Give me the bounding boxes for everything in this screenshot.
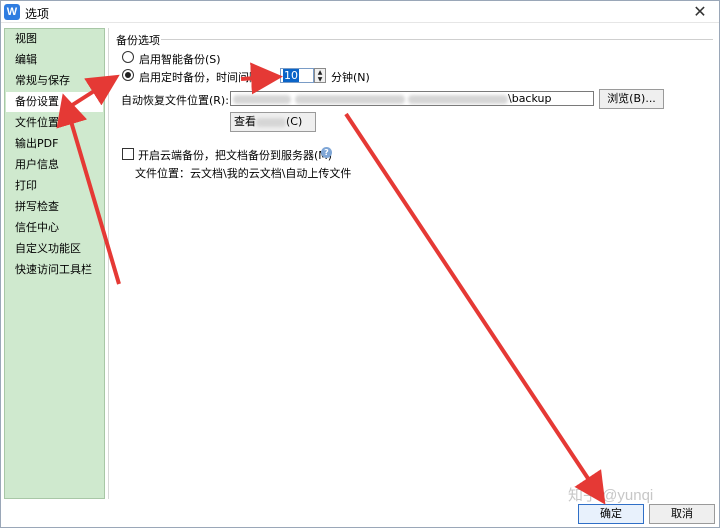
- close-button[interactable]: ✕: [691, 3, 709, 21]
- view-button-label: 查看: [234, 115, 256, 128]
- sidebar-item-backup[interactable]: 备份设置: [6, 92, 103, 112]
- interval-minutes-input[interactable]: 10: [280, 68, 314, 83]
- options-dialog: W 选项 ✕ 视图 编辑 常规与保存 备份设置 文件位置 输出PDF 用户信息 …: [0, 0, 720, 528]
- sidebar-item-user-info[interactable]: 用户信息: [6, 155, 103, 175]
- recovery-path-label: 自动恢复文件位置(R):: [121, 94, 229, 107]
- interval-unit-label: 分钟(N): [331, 71, 370, 84]
- browse-button[interactable]: 浏览(B)...: [599, 89, 664, 109]
- sidebar-item-spell-check[interactable]: 拼写检查: [6, 197, 103, 217]
- help-icon[interactable]: ?: [321, 147, 332, 158]
- smart-backup-radio[interactable]: [122, 51, 134, 63]
- sidebar-item-view[interactable]: 视图: [6, 29, 103, 49]
- sidebar-item-export-pdf[interactable]: 输出PDF: [6, 134, 103, 154]
- window-title: 选项: [25, 7, 50, 21]
- redacted-path-segment: [294, 94, 405, 104]
- sidebar-item-file-location[interactable]: 文件位置: [6, 113, 103, 133]
- group-divider: [161, 39, 713, 40]
- redacted-button-text: [256, 117, 286, 127]
- sidebar-item-edit[interactable]: 编辑: [6, 50, 103, 70]
- timed-backup-label[interactable]: 启用定时备份，时间间隔(I):: [139, 69, 276, 85]
- redacted-path-segment: [233, 94, 291, 104]
- cloud-backup-label[interactable]: 开启云端备份，把文档备份到服务器(M): [138, 147, 332, 163]
- sidebar-item-quick-access-toolbar[interactable]: 快速访问工具栏: [6, 260, 103, 280]
- cancel-button[interactable]: 取消: [649, 504, 715, 524]
- cloud-backup-checkbox[interactable]: [122, 148, 134, 160]
- spin-down-icon[interactable]: ▼: [315, 76, 325, 83]
- wps-writer-icon: W: [4, 4, 20, 20]
- redacted-path-segment: [408, 94, 508, 104]
- interval-spinner[interactable]: ▲ ▼: [314, 68, 326, 83]
- watermark-text: 知乎 @yunqi: [568, 487, 654, 504]
- recovery-path-suffix: \backup: [508, 92, 552, 105]
- recovery-path-field[interactable]: \backup: [230, 91, 594, 106]
- cloud-file-location-text: 文件位置：云文档\我的云文档\自动上传文件: [135, 167, 352, 180]
- smart-backup-label[interactable]: 启用智能备份(S): [139, 51, 221, 67]
- backup-options-group-title: 备份选项: [116, 34, 160, 47]
- sidebar-item-general-save[interactable]: 常规与保存: [6, 71, 103, 91]
- title-bar: W 选项 ✕: [1, 1, 719, 23]
- sidebar-item-trust-center[interactable]: 信任中心: [6, 218, 103, 238]
- view-backup-button[interactable]: 查看 (C): [230, 112, 316, 132]
- options-sidebar: 视图 编辑 常规与保存 备份设置 文件位置 输出PDF 用户信息 打印 拼写检查…: [4, 28, 105, 499]
- view-button-suffix: (C): [286, 115, 303, 128]
- ok-button[interactable]: 确定: [578, 504, 644, 524]
- timed-backup-radio[interactable]: [122, 69, 134, 81]
- spin-up-icon[interactable]: ▲: [315, 69, 325, 76]
- sidebar-item-print[interactable]: 打印: [6, 176, 103, 196]
- sidebar-item-customize-ribbon[interactable]: 自定义功能区: [6, 239, 103, 259]
